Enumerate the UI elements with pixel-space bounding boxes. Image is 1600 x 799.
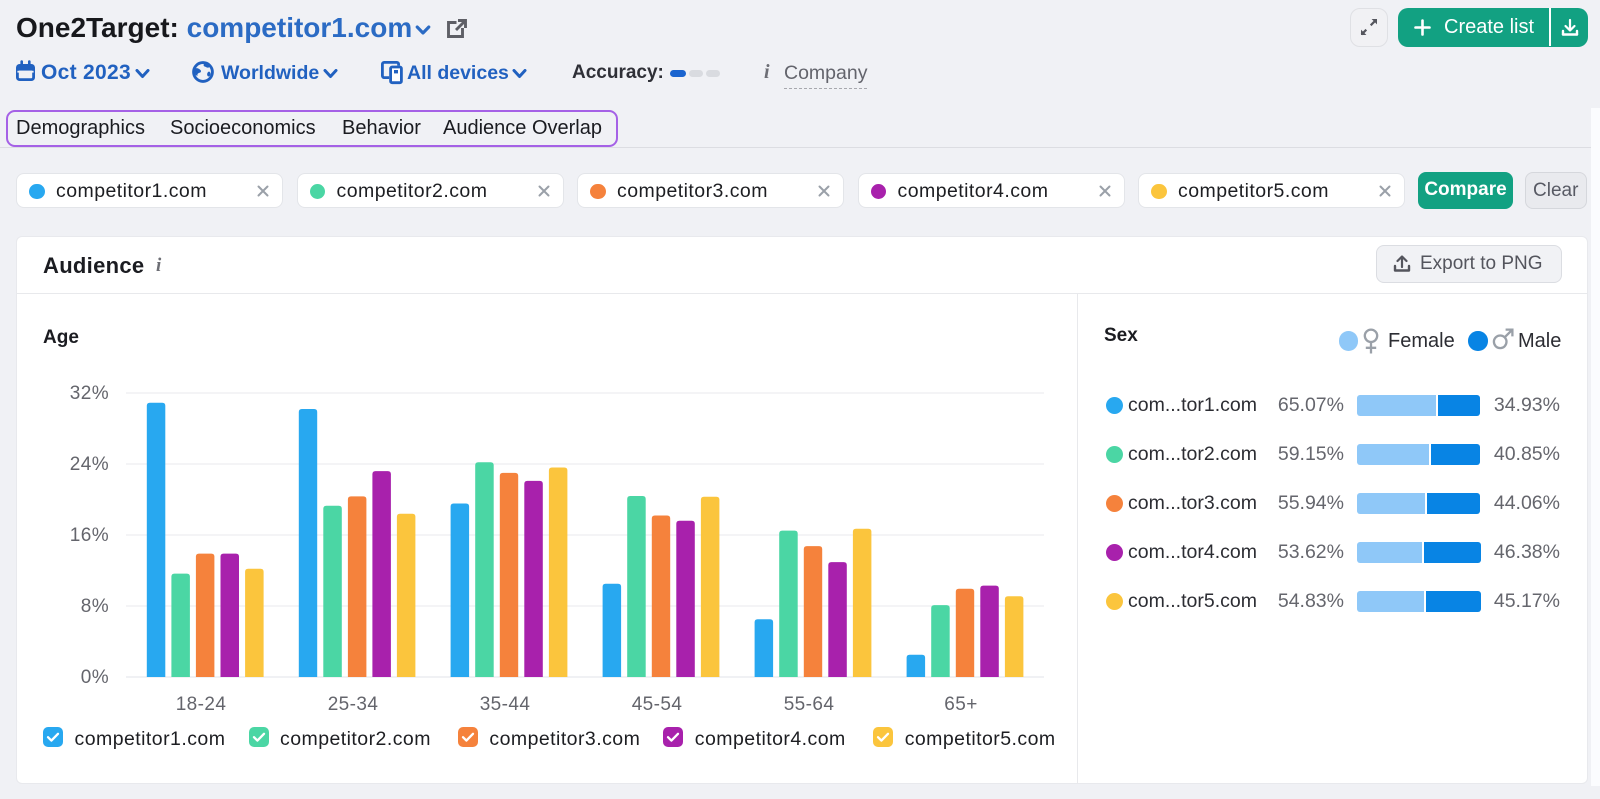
svg-text:45-54: 45-54	[632, 694, 683, 715]
svg-text:16%: 16%	[70, 525, 109, 546]
svg-text:25-34: 25-34	[328, 694, 379, 715]
svg-text:35-44: 35-44	[480, 694, 531, 715]
svg-text:0%: 0%	[81, 667, 109, 688]
svg-text:24%: 24%	[70, 454, 109, 475]
svg-text:8%: 8%	[81, 596, 109, 617]
svg-text:18-24: 18-24	[176, 694, 227, 715]
svg-text:65+: 65+	[944, 694, 977, 715]
svg-text:55-64: 55-64	[784, 694, 835, 715]
svg-text:32%: 32%	[70, 383, 109, 404]
